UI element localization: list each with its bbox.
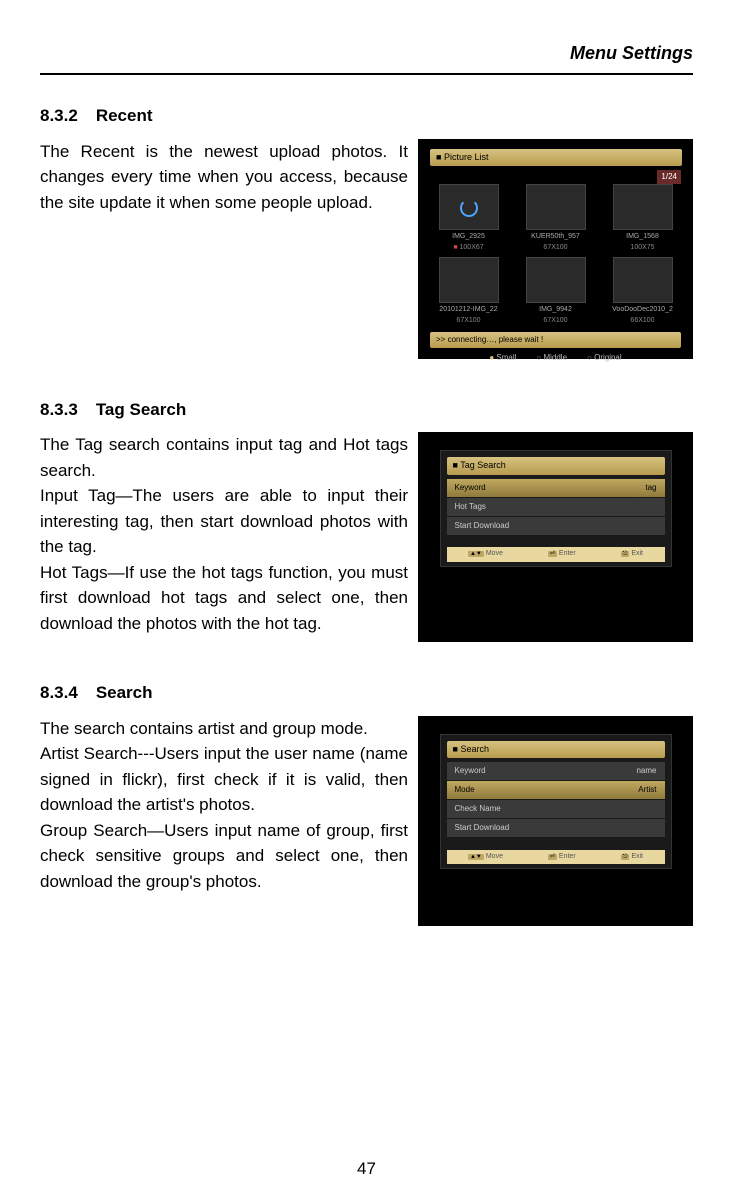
piclist-title: ■ Picture List xyxy=(430,149,682,167)
heading-recent: 8.3.2 Recent xyxy=(40,103,693,129)
figure-tagsearch: ■ Tag Search Keyword tag Hot Tags Start … xyxy=(418,432,693,642)
search-title: ■ Search xyxy=(447,741,665,759)
heading-tagsearch: 8.3.3 Tag Search xyxy=(40,397,693,423)
search-row-start: Start Download xyxy=(447,819,665,837)
heading-search-title: Search xyxy=(96,683,153,702)
tagsearch-row-start: Start Download xyxy=(447,517,665,535)
figure-picture-list: ■ Picture List 1/24 IMG_2925 ■ 100X67 KU… xyxy=(418,139,693,359)
header-rule xyxy=(40,73,693,75)
thumb-6: VooDooDec2010_2 66X100 xyxy=(604,257,681,326)
thumb-4: 20101212-IMG_22 67X100 xyxy=(430,257,507,326)
thumb-3: IMG_1568 100X75 xyxy=(604,184,681,253)
size-original: Original xyxy=(587,352,622,364)
heading-tagsearch-num: 8.3.3 xyxy=(40,400,78,419)
heading-recent-num: 8.3.2 xyxy=(40,106,78,125)
page-header-title: Menu Settings xyxy=(40,40,693,67)
tagsearch-row-hot: Hot Tags xyxy=(447,498,665,516)
tagsearch-title: ■ Tag Search xyxy=(447,457,665,475)
search-row-keyword: Keyword name xyxy=(447,762,665,780)
piclist-sizes: Small Middle Original xyxy=(430,352,681,364)
heading-search: 8.3.4 Search xyxy=(40,680,693,706)
thumb-5: IMG_9942 67X100 xyxy=(517,257,594,326)
tagsearch-hints: ▲▼Move ⏎Enter ⎋Exit xyxy=(447,547,665,562)
page-number: 47 xyxy=(40,1156,693,1182)
size-middle: Middle xyxy=(536,352,567,364)
piclist-counter: 1/24 xyxy=(657,170,681,184)
figure-search: ■ Search Keyword name Mode Artist Check … xyxy=(418,716,693,926)
search-row-check: Check Name xyxy=(447,800,665,818)
heading-search-num: 8.3.4 xyxy=(40,683,78,702)
heading-tagsearch-title: Tag Search xyxy=(96,400,186,419)
heading-recent-title: Recent xyxy=(96,106,153,125)
size-small: Small xyxy=(489,352,516,364)
thumb-2: KUER50th_957 67X100 xyxy=(517,184,594,253)
piclist-status: >> connecting…, please wait ! xyxy=(430,332,681,348)
search-row-mode: Mode Artist xyxy=(447,781,665,799)
thumb-1: IMG_2925 ■ 100X67 xyxy=(430,184,507,253)
tagsearch-row-keyword: Keyword tag xyxy=(447,479,665,497)
search-hints: ▲▼Move ⏎Enter ⎋Exit xyxy=(447,850,665,865)
